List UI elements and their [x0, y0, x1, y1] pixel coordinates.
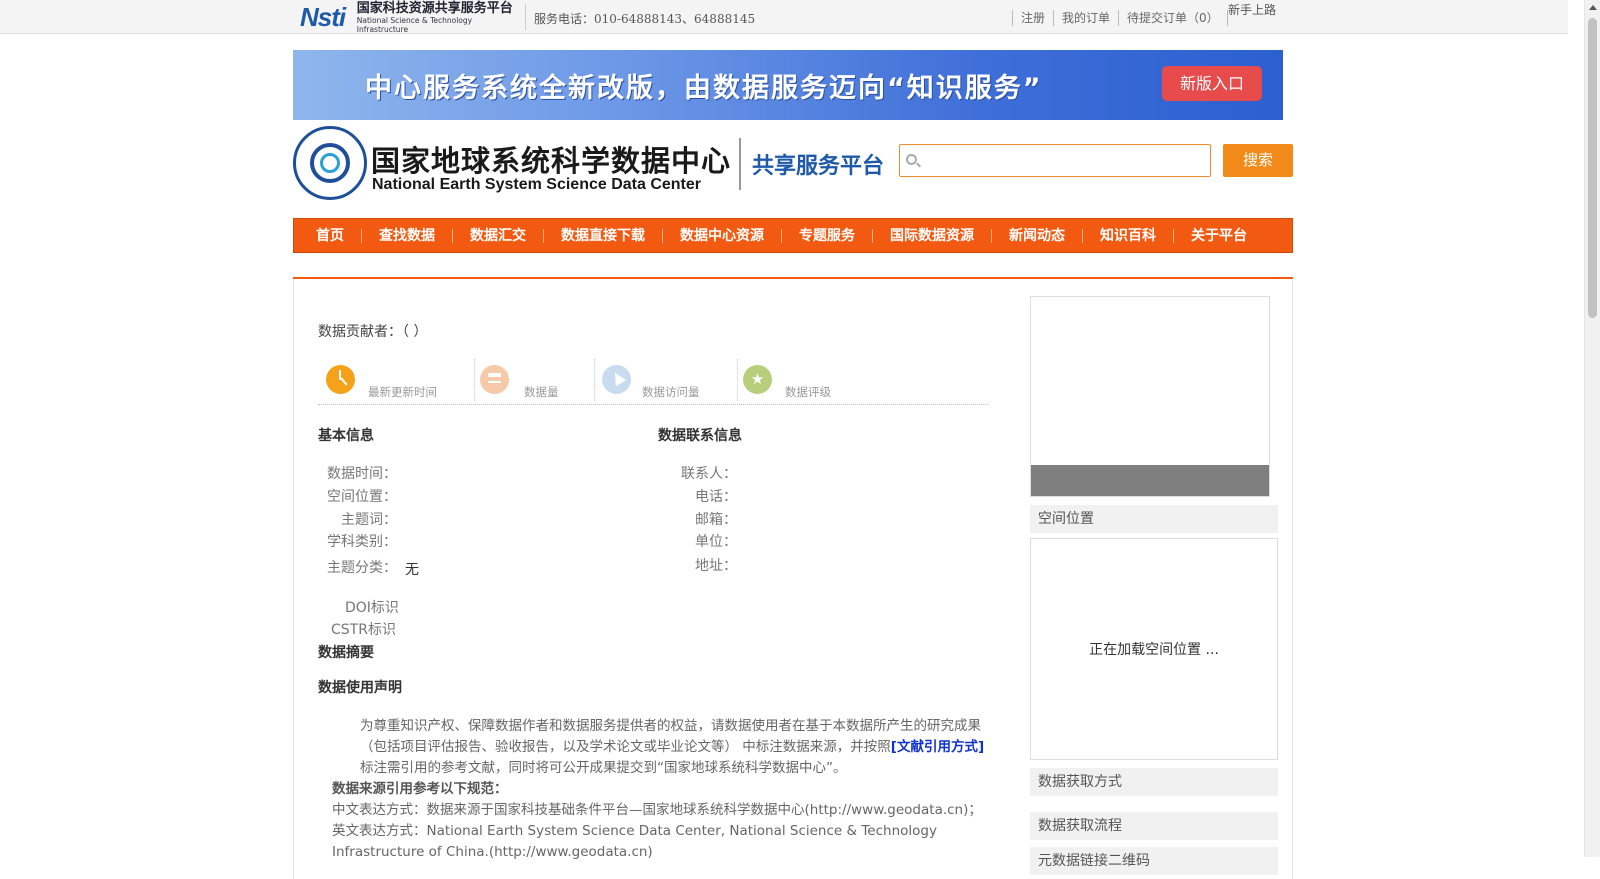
usage-text-2: 标注需引用的参考文献，同时将可公开成果提交到“国家地球系统科学数据中心”。	[360, 760, 847, 776]
field-topic: 主题分类：	[327, 560, 397, 576]
abstract-title: 数据摘要	[318, 645, 374, 661]
nav-home[interactable]: 首页	[309, 228, 362, 243]
nav-center-resources[interactable]: 数据中心资源	[663, 228, 782, 243]
dataset-detail: 数据贡献者：（ ） 最新更新时间 数据量 数据访问量 ★ 数据评级 基本信息 数…	[293, 279, 1293, 879]
platform-name-en: National Science & Technology Infrastruc…	[356, 15, 473, 34]
stat-visits: 数据访问量	[594, 359, 737, 403]
site-title-cn: 国家地球系统科学数据中心	[371, 144, 732, 178]
pending-orders-link[interactable]: 待提交订单（0）	[1118, 10, 1228, 26]
title-divider	[739, 138, 741, 190]
my-orders-link[interactable]: 我的订单	[1053, 10, 1118, 26]
nav-topic-services[interactable]: 专题服务	[782, 228, 873, 243]
stat-rating: ★ 数据评级	[737, 359, 877, 403]
stat-last-update: 最新更新时间	[318, 359, 478, 403]
stat-data-volume: 数据量	[474, 359, 594, 403]
access-method-header[interactable]: 数据获取方式	[1030, 768, 1278, 796]
promo-banner[interactable]: 中心服务系统全新改版，由数据服务迈向“知识服务” 新版入口	[293, 50, 1283, 120]
search-icon	[906, 154, 917, 165]
field-phone: 电话：	[695, 489, 737, 505]
stat-label: 数据评级	[785, 385, 831, 399]
data-contributor: 数据贡献者：（ ）	[318, 324, 428, 340]
nav-about[interactable]: 关于平台	[1174, 229, 1264, 243]
service-phone: 服务电话：010-64888143、64888145	[534, 12, 756, 26]
nav-news[interactable]: 新闻动态	[992, 228, 1083, 243]
nav-find-data[interactable]: 查找数据	[362, 228, 453, 243]
field-discipline: 学科类别：	[327, 534, 397, 550]
stat-label: 最新更新时间	[368, 385, 437, 399]
nav-knowledge[interactable]: 知识百科	[1083, 228, 1174, 243]
stat-label: 数据访问量	[642, 385, 700, 399]
new-version-button[interactable]: 新版入口	[1162, 66, 1262, 101]
nav-international[interactable]: 国际数据资源	[873, 228, 992, 243]
doi-label: DOI标识	[345, 600, 399, 616]
field-data-time: 数据时间：	[327, 466, 397, 482]
register-link[interactable]: 注册	[1012, 10, 1053, 26]
cursor-icon	[602, 365, 631, 394]
data-center-seal-logo[interactable]	[293, 126, 367, 200]
platform-name-cn: 国家科技资源共享服务平台	[356, 0, 513, 16]
scroll-up-icon[interactable]	[1589, 5, 1597, 10]
field-spatial: 空间位置：	[327, 489, 397, 505]
site-title-en: National Earth System Science Data Cente…	[372, 176, 702, 193]
citation-title: 数据来源引用参考以下规范：	[332, 781, 508, 797]
site-header: 国家地球系统科学数据中心 National Earth System Scien…	[293, 126, 1293, 204]
spatial-section-header[interactable]: 空间位置	[1030, 505, 1278, 533]
topic-value: 无	[405, 562, 419, 578]
top-links: 注册 我的订单 待提交订单（0）	[1012, 10, 1228, 26]
usage-statement: 为尊重知识产权、保障数据作者和数据服务提供者的权益，请数据使用者在基于本数据所产…	[332, 716, 987, 863]
access-flow-header[interactable]: 数据获取流程	[1030, 812, 1278, 840]
nsti-logo[interactable]: Nsti 国家科技资源共享服务平台 National Science & Tec…	[300, 0, 522, 34]
banner-text: 中心服务系统全新改版，由数据服务迈向“知识服务”	[365, 73, 1043, 104]
search-button[interactable]: 搜索	[1223, 144, 1293, 177]
usage-text: 为尊重知识产权、保障数据作者和数据服务提供者的权益，请数据使用者在基于本数据所产…	[360, 718, 981, 755]
dataset-stats: 最新更新时间 数据量 数据访问量 ★ 数据评级	[318, 359, 988, 405]
spatial-map[interactable]: 正在加载空间位置 ...	[1030, 538, 1278, 760]
layers-icon	[480, 365, 509, 394]
usage-title: 数据使用声明	[318, 680, 402, 696]
search-box[interactable]	[899, 144, 1211, 177]
cstr-label: CSTR标识	[331, 622, 396, 638]
field-keywords: 主题词：	[341, 512, 397, 528]
dataset-thumbnail	[1030, 296, 1270, 497]
stat-label: 数据量	[524, 385, 559, 399]
star-icon: ★	[743, 365, 772, 394]
citation-cn: 中文表达方式：数据来源于国家科技基础条件平台—国家地球系统科学数据中心(http…	[332, 802, 982, 818]
field-organization: 单位：	[695, 534, 737, 550]
field-email: 邮箱：	[695, 512, 737, 528]
map-loading-text: 正在加载空间位置 ...	[1089, 642, 1219, 658]
main-nav: 首页 查找数据 数据汇交 数据直接下载 数据中心资源 专题服务 国际数据资源 新…	[293, 218, 1293, 253]
field-address: 地址：	[695, 558, 737, 574]
top-bar: Nsti 国家科技资源共享服务平台 National Science & Tec…	[0, 0, 1568, 34]
page-scrollbar[interactable]	[1584, 0, 1600, 857]
nav-direct-download[interactable]: 数据直接下载	[544, 228, 663, 243]
qrcode-header[interactable]: 元数据链接二维码	[1030, 847, 1278, 875]
basic-info-title: 基本信息	[318, 428, 374, 444]
search-input[interactable]	[922, 147, 1204, 174]
field-contact: 联系人：	[681, 466, 737, 482]
clock-icon	[326, 365, 355, 394]
nsti-mark: Nsti	[300, 1, 346, 32]
novice-guide-link[interactable]: 新手上路	[1228, 1, 1276, 18]
scroll-thumb[interactable]	[1588, 18, 1597, 318]
citation-method-link[interactable]: [文献引用方式]	[891, 739, 984, 755]
contact-info-title: 数据联系信息	[658, 428, 742, 444]
divider	[525, 4, 526, 30]
platform-subtitle: 共享服务平台	[752, 154, 885, 179]
nav-data-submit[interactable]: 数据汇交	[453, 228, 544, 243]
